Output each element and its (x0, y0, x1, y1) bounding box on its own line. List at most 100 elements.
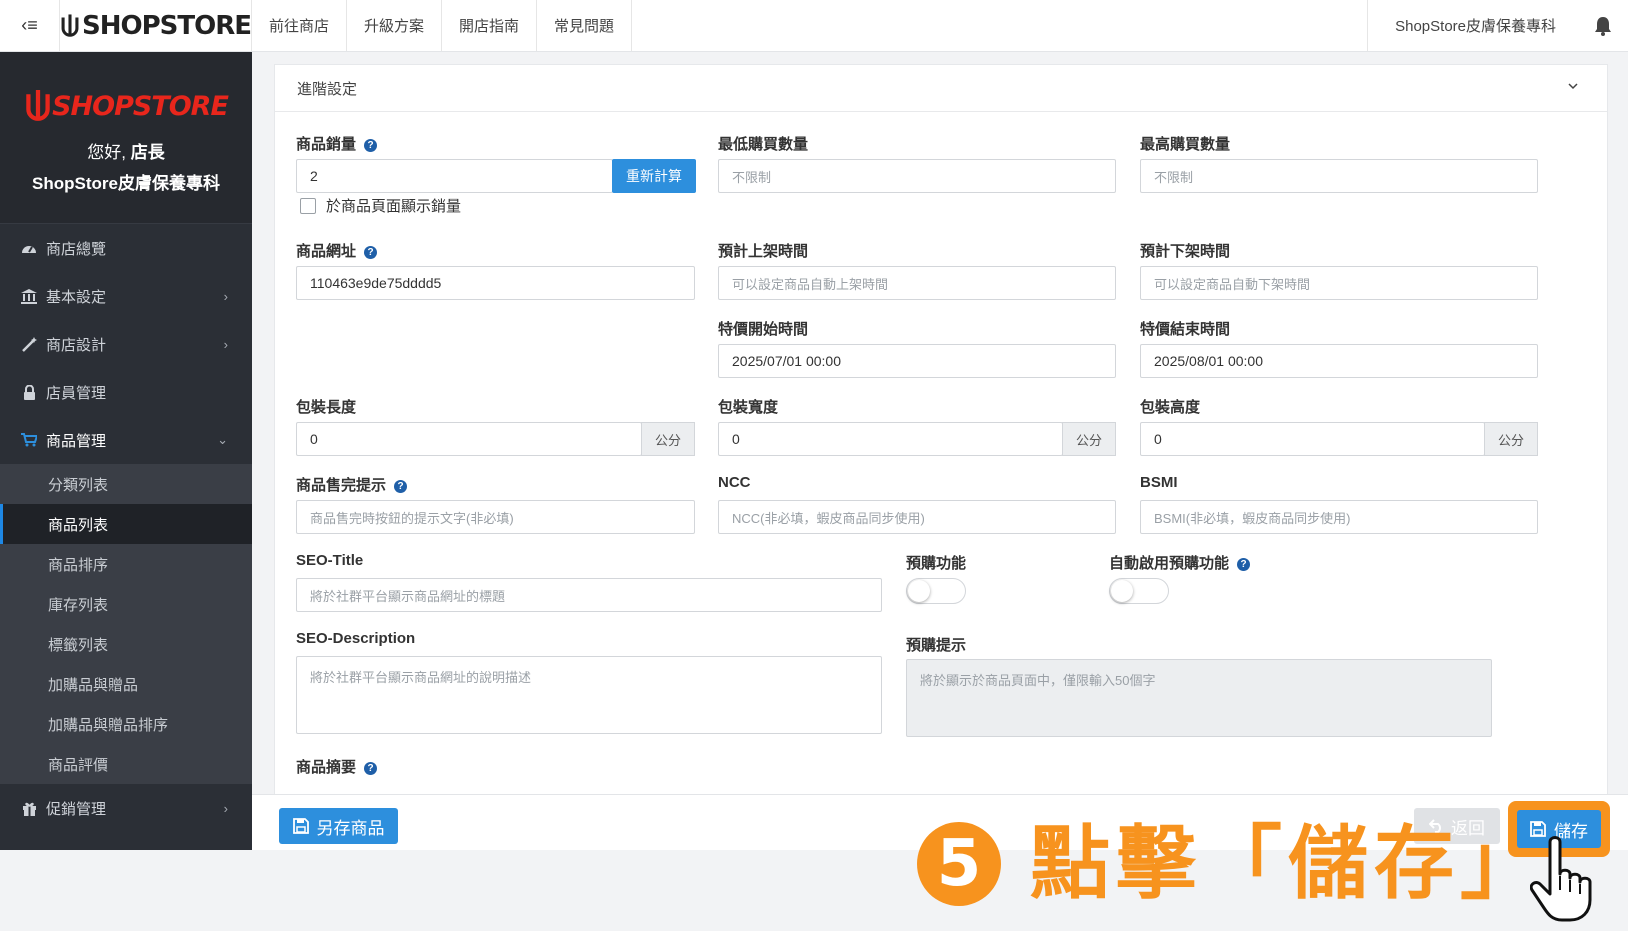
off-shelf-input[interactable]: 可以設定商品自動下架時間 (1140, 266, 1538, 300)
nav-upgrade[interactable]: 升級方案 (347, 0, 443, 51)
pkg-height-label: 包裝高度 (1140, 399, 1201, 416)
nav-guide[interactable]: 開店指南 (442, 0, 538, 51)
sidebar-logo[interactable]: SHOPSTORE (24, 90, 229, 122)
toggle-knob (908, 580, 930, 602)
sidebar-menu: 商店總覽 基本設定 › 商店設計 › 店員管理 商品管理 ⌄ 分類列表 商品列表… (0, 224, 252, 832)
bsmi-input[interactable]: BSMI(非必填，蝦皮商品同步使用) (1140, 500, 1538, 534)
sidebar-item-products[interactable]: 商品管理 ⌄ (0, 416, 252, 464)
help-icon[interactable]: ? (364, 762, 378, 775)
dashboard-icon (21, 240, 37, 256)
sidebar-item-label: 店員管理 (46, 384, 107, 402)
notification-button[interactable] (1578, 0, 1628, 51)
pkg-length-input[interactable]: 0 (296, 422, 642, 456)
checkbox-label: 於商品頁面顯示銷量 (326, 198, 462, 215)
toggle-knob (1111, 580, 1133, 602)
sidebar-item-label: 基本設定 (46, 288, 107, 306)
lock-icon (21, 384, 37, 400)
max-qty-label: 最高購買數量 (1140, 136, 1231, 153)
sidebar-subitem-addons[interactable]: 加購品與贈品 (0, 664, 252, 704)
special-start-input[interactable]: 2025/07/01 00:00 (718, 344, 1116, 378)
chevron-right-icon: › (223, 288, 228, 304)
preorder-hint-label: 預購提示 (906, 637, 967, 654)
help-icon[interactable]: ? (1237, 558, 1251, 571)
sidebar-item-store-design[interactable]: 商店設計 › (0, 320, 252, 368)
min-qty-label: 最低購買數量 (718, 136, 809, 153)
bank-icon (21, 288, 37, 304)
floppy-disk-icon (292, 818, 309, 834)
sidebar-item-promotions[interactable]: 促銷管理 › (0, 784, 252, 832)
sidebar-item-overview[interactable]: 商店總覽 (0, 224, 252, 272)
sidebar-subitem-product-list[interactable]: 商品列表 (0, 504, 252, 544)
sidebar-subitem-categories[interactable]: 分類列表 (0, 464, 252, 504)
greeting-prefix: 您好, (87, 143, 126, 162)
save-as-label: 另存商品 (316, 818, 385, 838)
soldout-label-text: 商品售完提示 (296, 477, 387, 494)
save-as-button[interactable]: 另存商品 (279, 808, 398, 844)
sidebar-subitem-reviews[interactable]: 商品評價 (0, 744, 252, 784)
soldout-input[interactable]: 商品售完時按鈕的提示文字(非必填) (296, 500, 695, 534)
special-end-label: 特價結束時間 (1140, 321, 1231, 338)
max-qty-input[interactable]: 不限制 (1140, 159, 1538, 193)
sales-input[interactable]: 2 (296, 159, 613, 193)
help-icon[interactable]: ? (364, 246, 378, 259)
seo-desc-textarea[interactable]: 將於社群平台顯示商品網址的說明描述 (296, 656, 882, 734)
sales-label-text: 商品銷量 (296, 136, 357, 153)
top-nav: 前往商店 升級方案 開店指南 常見問題 (252, 0, 633, 51)
chevron-down-icon[interactable] (1567, 79, 1579, 96)
url-label: 商品網址? (296, 240, 378, 261)
pkg-length-label: 包裝長度 (296, 399, 357, 416)
sidebar-submenu-products: 分類列表 商品列表 商品排序 庫存列表 標籤列表 加購品與贈品 加購品與贈品排序… (0, 464, 252, 784)
store-switcher[interactable]: ShopStore皮膚保養專科 (1367, 0, 1578, 51)
sidebar-subitem-inventory[interactable]: 庫存列表 (0, 584, 252, 624)
recalculate-button[interactable]: 重新計算 (612, 159, 696, 193)
preorder-hint-textarea[interactable]: 將於顯示於商品頁面中，僅限輸入50個字 (906, 659, 1492, 737)
sidebar-item-label: 促銷管理 (46, 800, 107, 818)
sidebar-item-basic-settings[interactable]: 基本設定 › (0, 272, 252, 320)
sidebar-logo-text: SHOPSTORE (52, 90, 229, 122)
help-icon[interactable]: ? (364, 139, 378, 152)
seo-title-input[interactable]: 將於社群平台顯示商品網址的標題 (296, 578, 882, 612)
sidebar-subitem-product-sort[interactable]: 商品排序 (0, 544, 252, 584)
bsmi-label: BSMI (1140, 474, 1178, 491)
shopstore-logo-icon (26, 90, 50, 121)
nav-faq[interactable]: 常見問題 (537, 0, 633, 51)
seo-desc-label: SEO-Description (296, 630, 416, 647)
special-end-input[interactable]: 2025/08/01 00:00 (1140, 344, 1538, 378)
url-input[interactable]: 110463e9de75dddd5 (296, 266, 695, 300)
help-icon[interactable]: ? (394, 480, 408, 493)
panel-header[interactable]: 進階設定 (275, 65, 1607, 112)
sidebar-toggle-button[interactable]: ‹≡ (0, 0, 60, 51)
sidebar-item-staff[interactable]: 店員管理 (0, 368, 252, 416)
pkg-width-input[interactable]: 0 (718, 422, 1063, 456)
chevron-down-icon: ⌄ (217, 432, 228, 447)
checkbox-box[interactable] (300, 197, 316, 214)
back-menu-icon: ‹≡ (21, 15, 38, 35)
auto-preorder-toggle[interactable] (1109, 578, 1169, 604)
top-bar: ‹≡ SHOPSTORE 前往商店 升級方案 開店指南 常見問題 ShopSto… (0, 0, 1628, 52)
cart-icon (21, 432, 37, 448)
url-label-text: 商品網址 (296, 243, 357, 260)
sidebar-subitem-tags[interactable]: 標籤列表 (0, 624, 252, 664)
sidebar-subitem-addons-sort[interactable]: 加購品與贈品排序 (0, 704, 252, 744)
summary-label: 商品摘要? (296, 756, 378, 777)
min-qty-input[interactable]: 不限制 (718, 159, 1116, 193)
bell-icon (1595, 16, 1611, 36)
nav-go-store[interactable]: 前往商店 (252, 0, 348, 51)
sales-label: 商品銷量? (296, 133, 378, 154)
pkg-width-label: 包裝寬度 (718, 399, 779, 416)
sidebar-store-name: ShopStore皮膚保養專科 (32, 174, 220, 193)
pkg-height-input[interactable]: 0 (1140, 422, 1485, 456)
step-instruction-text: 點擊「儲存」 (1030, 817, 1546, 910)
magic-wand-icon (21, 336, 37, 352)
greeting: 您好, 店長 (87, 138, 164, 163)
hand-pointer-icon (1529, 836, 1596, 931)
preorder-toggle[interactable] (906, 578, 966, 604)
unit-addon: 公分 (1062, 422, 1116, 456)
ncc-input[interactable]: NCC(非必填，蝦皮商品同步使用) (718, 500, 1116, 534)
on-shelf-input[interactable]: 可以設定商品自動上架時間 (718, 266, 1116, 300)
show-sales-checkbox[interactable]: 於商品頁面顯示銷量 (300, 195, 461, 216)
header-logo[interactable]: SHOPSTORE (60, 0, 252, 51)
preorder-label: 預購功能 (906, 555, 967, 572)
chevron-right-icon: › (223, 336, 228, 352)
sidebar-item-label: 商店設計 (46, 336, 107, 354)
